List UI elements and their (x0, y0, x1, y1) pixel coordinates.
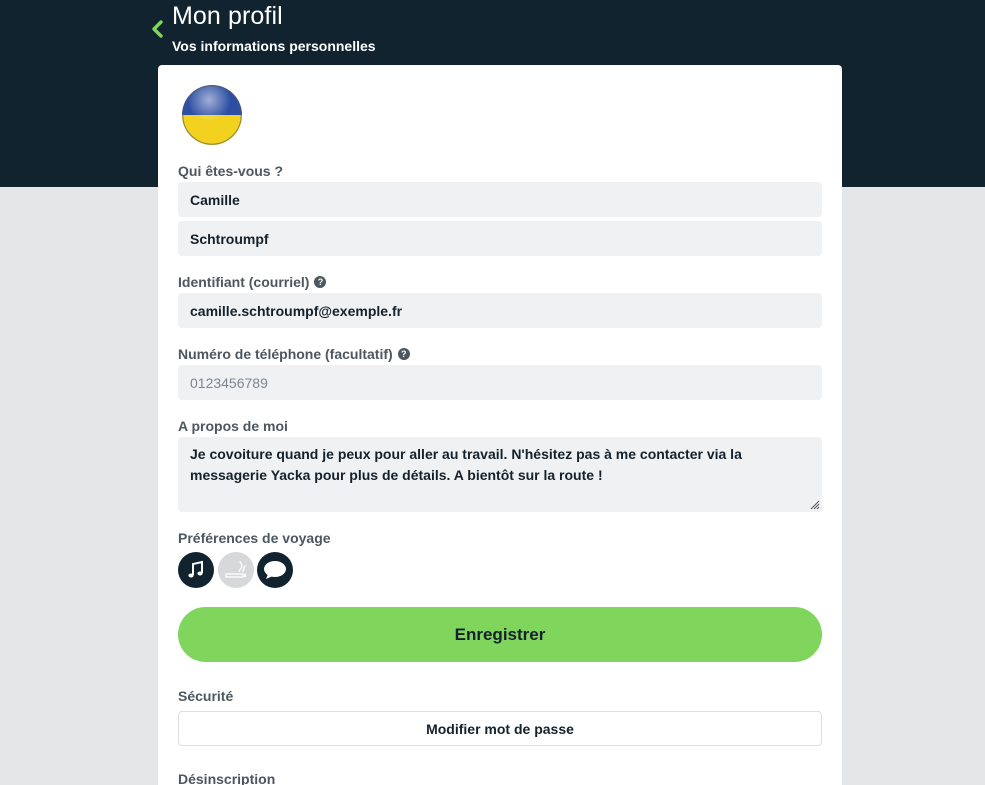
about-label: A propos de moi (178, 418, 288, 434)
unsubscribe-label: Désinscription (178, 771, 276, 785)
email-label-row: Identifiant (courriel) ? (178, 274, 327, 290)
pref-music-toggle[interactable] (178, 552, 214, 588)
email-input[interactable]: camille.schtroumpf@exemple.fr (178, 293, 822, 328)
security-label: Sécurité (178, 688, 234, 704)
last-name-input[interactable]: Schtroumpf (178, 221, 822, 256)
phone-input[interactable]: 0123456789 (178, 365, 822, 400)
save-button[interactable]: Enregistrer (178, 607, 822, 662)
help-icon[interactable]: ? (397, 348, 410, 360)
first-name-input[interactable]: Camille (178, 182, 822, 217)
chat-icon (264, 561, 286, 579)
who-label: Qui êtes-vous ? (178, 163, 284, 179)
resize-grip-icon[interactable] (808, 498, 820, 510)
prefs-label: Préférences de voyage (178, 530, 331, 546)
chevron-left-icon (152, 20, 163, 38)
email-label: Identifiant (courriel) (178, 274, 310, 290)
change-password-button[interactable]: Modifier mot de passe (178, 711, 822, 746)
smoking-icon (225, 560, 246, 578)
help-icon[interactable]: ? (314, 276, 327, 288)
profile-card: Qui êtes-vous ? Camille Schtroumpf Ident… (158, 65, 842, 785)
pref-smoking-toggle[interactable] (218, 552, 254, 588)
music-icon (188, 560, 203, 578)
avatar[interactable] (182, 85, 242, 145)
page-subtitle: Vos informations personnelles (172, 38, 376, 54)
back-button[interactable] (148, 18, 168, 40)
ukraine-flag-icon (182, 85, 242, 145)
about-textarea[interactable]: Je covoiture quand je peux pour aller au… (178, 437, 822, 512)
pref-chat-toggle[interactable] (257, 552, 293, 588)
phone-label-row: Numéro de téléphone (facultatif) ? (178, 346, 410, 362)
phone-label: Numéro de téléphone (facultatif) (178, 346, 393, 362)
about-text: Je covoiture quand je peux pour aller au… (190, 446, 742, 483)
page-title: Mon profil (172, 2, 283, 30)
